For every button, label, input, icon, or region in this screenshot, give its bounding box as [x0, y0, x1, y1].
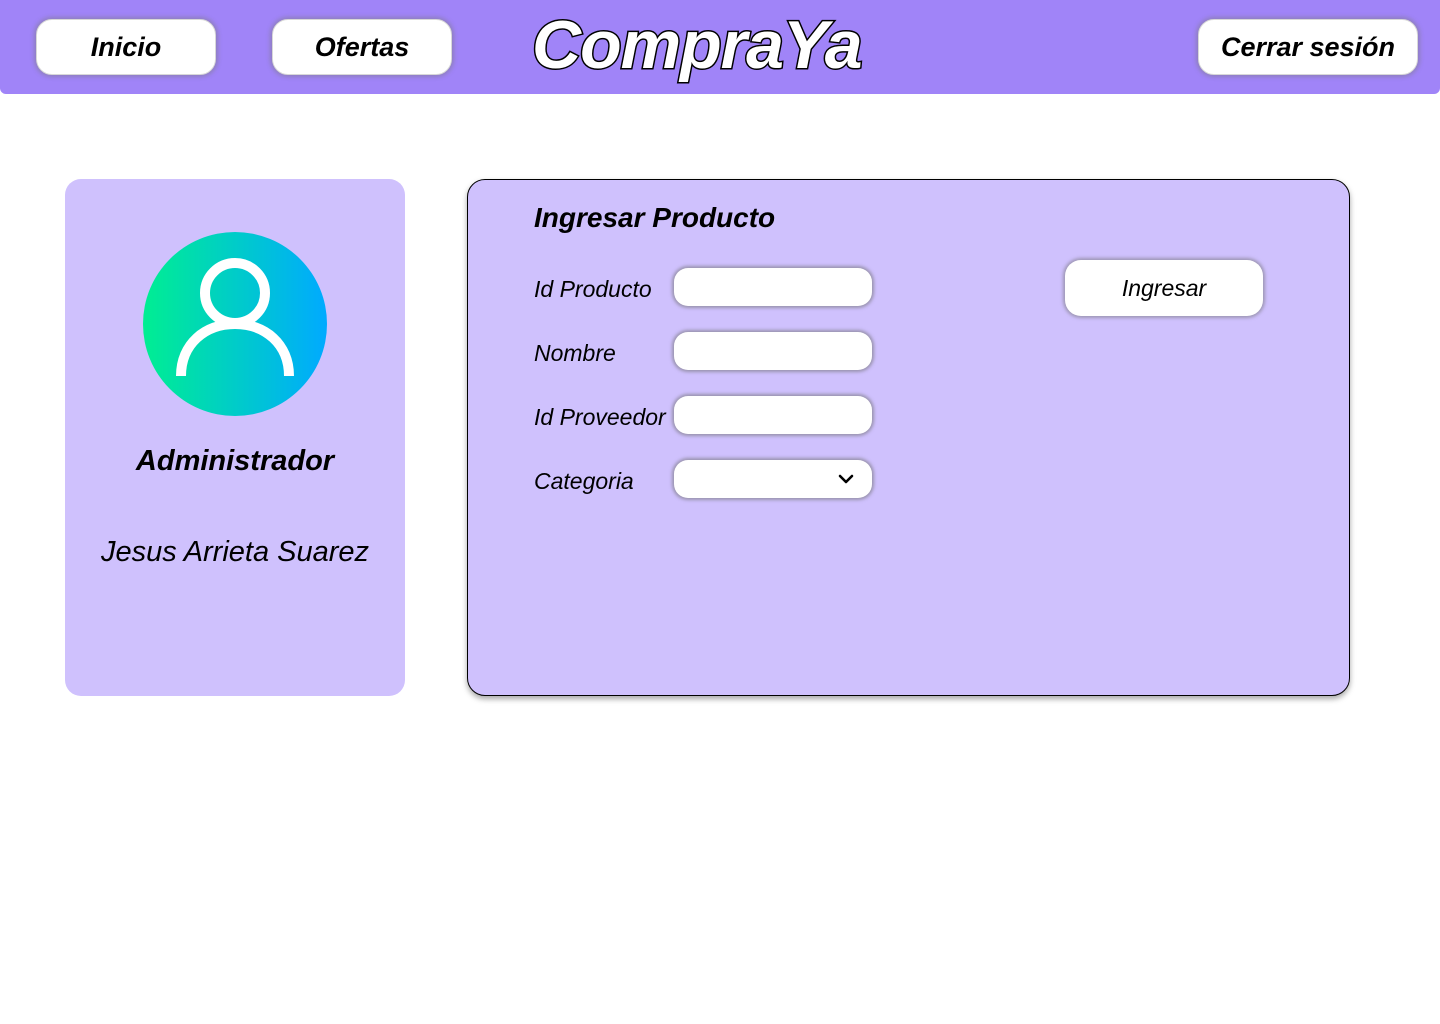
- id-proveedor-input[interactable]: [674, 396, 872, 434]
- user-name: Jesus Arrieta Suarez: [100, 536, 370, 568]
- categoria-label: Categoria: [534, 468, 634, 494]
- avatar: [143, 232, 327, 416]
- ingresar-button[interactable]: Ingresar: [1065, 260, 1263, 316]
- logout-button[interactable]: Cerrar sesión: [1198, 19, 1418, 75]
- brand-logo-text: CompraYa: [531, 6, 865, 85]
- user-icon: [176, 258, 294, 377]
- profile-card: Administrador Jesus Arrieta Suarez: [65, 179, 405, 696]
- id-proveedor-label: Id Proveedor: [534, 404, 666, 430]
- nombre-label: Nombre: [534, 340, 616, 366]
- top-navigation-bar: Inicio Ofertas CompraYa Cerrar sesión: [0, 0, 1440, 94]
- chevron-down-icon: [838, 474, 854, 484]
- nav-ofertas-button[interactable]: Ofertas: [272, 19, 452, 75]
- user-role: Administrador: [135, 445, 335, 477]
- id-producto-label: Id Producto: [534, 276, 652, 302]
- form-title: Ingresar Producto: [534, 202, 776, 233]
- categoria-select[interactable]: [674, 460, 872, 498]
- nav-inicio-button[interactable]: Inicio: [36, 19, 216, 75]
- id-producto-input[interactable]: [674, 268, 872, 306]
- nombre-input[interactable]: [674, 332, 872, 370]
- product-form-card: Ingresar Producto Id Producto Nombre Id …: [467, 179, 1350, 696]
